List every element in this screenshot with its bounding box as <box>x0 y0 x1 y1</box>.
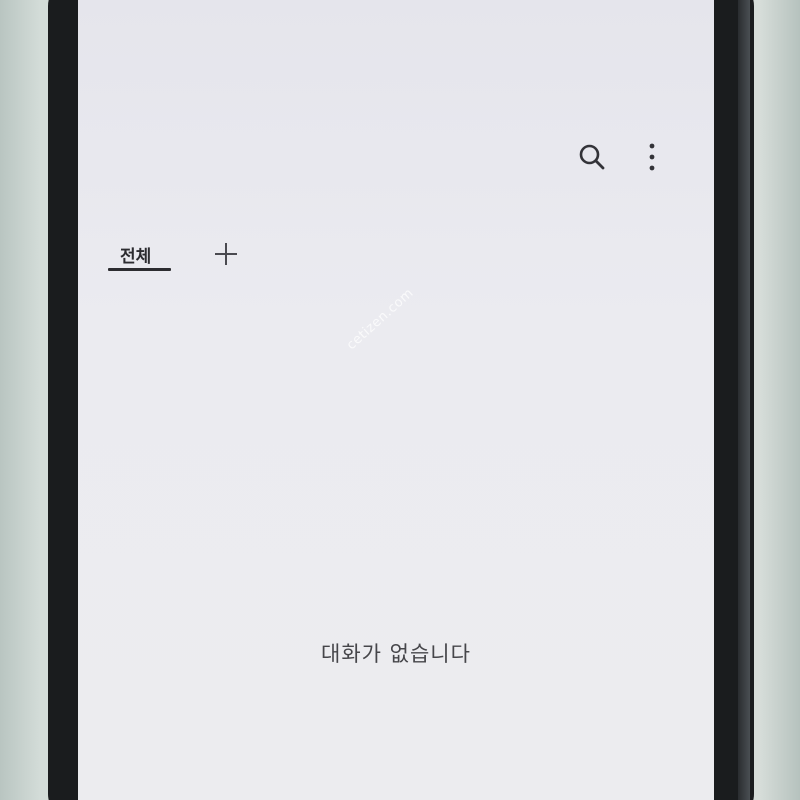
phone-side-edge <box>738 0 750 800</box>
empty-state-message: 대화가 없습니다 <box>321 642 471 666</box>
tab-all-label: 전체 <box>120 247 152 267</box>
search-button[interactable] <box>572 137 612 177</box>
watermark: cetizen.com <box>344 285 417 354</box>
app-screen: 전체 cetizen.com 대화가 없습니다 <box>78 0 714 800</box>
add-category-button[interactable] <box>206 234 246 274</box>
tab-all[interactable]: 전체 <box>108 232 172 272</box>
photo-background: 전체 cetizen.com 대화가 없습니다 <box>0 0 800 800</box>
plus-icon <box>215 243 237 265</box>
tab-selected-indicator <box>108 268 171 271</box>
more-vertical-icon <box>649 143 655 171</box>
more-options-button[interactable] <box>632 137 672 177</box>
search-icon <box>579 144 605 170</box>
